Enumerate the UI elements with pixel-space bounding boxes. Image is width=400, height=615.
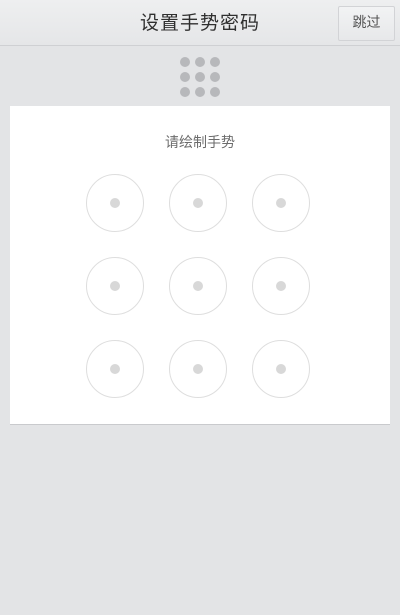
node-center-dot (193, 281, 203, 291)
preview-dot (195, 87, 205, 97)
gesture-node-1[interactable] (86, 174, 144, 232)
preview-dot (195, 72, 205, 82)
node-center-dot (276, 281, 286, 291)
gesture-node-9[interactable] (252, 340, 310, 398)
gesture-panel: 请绘制手势 (10, 106, 390, 425)
gesture-node-5[interactable] (169, 257, 227, 315)
top-bar: 设置手势密码 跳过 (0, 0, 400, 46)
skip-button[interactable]: 跳过 (338, 6, 395, 41)
preview-dot (210, 57, 220, 67)
node-center-dot (110, 364, 120, 374)
node-center-dot (276, 364, 286, 374)
gesture-node-2[interactable] (169, 174, 227, 232)
node-center-dot (110, 281, 120, 291)
preview-dot (180, 72, 190, 82)
gesture-node-6[interactable] (252, 257, 310, 315)
preview-dot (180, 57, 190, 67)
node-center-dot (276, 198, 286, 208)
gesture-node-8[interactable] (169, 340, 227, 398)
preview-dot (210, 72, 220, 82)
draw-gesture-prompt: 请绘制手势 (165, 135, 235, 151)
preview-dot (195, 57, 205, 67)
gesture-node-3[interactable] (252, 174, 310, 232)
node-center-dot (193, 364, 203, 374)
node-center-dot (110, 198, 120, 208)
gesture-preview-grid (177, 54, 225, 102)
gesture-node-4[interactable] (86, 257, 144, 315)
preview-dot (180, 87, 190, 97)
gesture-node-7[interactable] (86, 340, 144, 398)
preview-dot (210, 87, 220, 97)
node-center-dot (193, 198, 203, 208)
